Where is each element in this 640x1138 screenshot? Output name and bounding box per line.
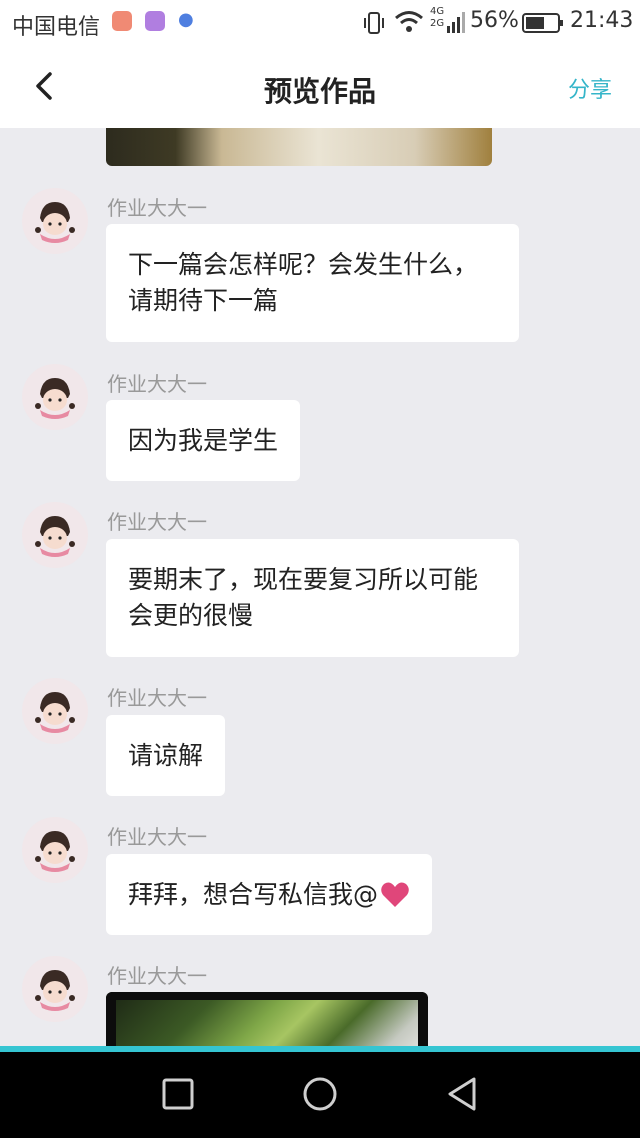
avatar[interactable] bbox=[22, 956, 88, 1022]
girl-avatar-icon bbox=[35, 831, 75, 872]
clock: 21:43 bbox=[570, 8, 634, 33]
author-name: 作业大大一 bbox=[107, 964, 207, 988]
girl-avatar-icon bbox=[35, 516, 75, 557]
author-name: 作业大大一 bbox=[107, 686, 207, 710]
vibrate-icon bbox=[364, 12, 384, 34]
share-button[interactable]: 分享 bbox=[568, 72, 612, 104]
author-name: 作业大大一 bbox=[107, 372, 207, 396]
author-name: 作业大大一 bbox=[107, 196, 207, 220]
avatar[interactable] bbox=[22, 817, 88, 883]
back-triangle-icon[interactable] bbox=[442, 1074, 482, 1114]
author-name: 作业大大一 bbox=[107, 510, 207, 534]
heart-icon bbox=[381, 882, 409, 907]
message-bubble[interactable]: 请谅解 bbox=[106, 715, 226, 796]
message-bubble[interactable]: 因为我是学生 bbox=[106, 400, 301, 481]
nav-bar: 预览作品 分享 bbox=[0, 46, 640, 128]
message-bubble[interactable]: 下一篇会怎样呢？会发生什么，请期待下一篇 bbox=[106, 224, 519, 342]
author-name: 作业大大一 bbox=[107, 825, 207, 849]
status-bar: 中国电信 ● 4G 2G 56% 21:43 bbox=[0, 0, 640, 46]
battery-percent: 56% bbox=[470, 8, 519, 33]
message-text: 拜拜，想合写私信我@ bbox=[128, 879, 379, 909]
chat-list[interactable]: 作业大大一 下一篇会怎样呢？会发生什么，请期待下一篇 作业大大一 因为我是学生 … bbox=[0, 128, 640, 1046]
battery-icon bbox=[522, 13, 563, 33]
carrier-label: 中国电信 bbox=[12, 15, 101, 40]
image-frame bbox=[106, 992, 428, 1046]
girl-avatar-icon bbox=[35, 970, 75, 1011]
system-nav-bar bbox=[0, 1052, 640, 1138]
image-message[interactable] bbox=[106, 992, 428, 1046]
avatar[interactable] bbox=[22, 502, 88, 568]
message-bubble[interactable]: 要期末了，现在要复习所以可能会更的很慢 bbox=[106, 539, 519, 657]
message-bubble[interactable]: 拜拜，想合写私信我@ bbox=[106, 854, 433, 935]
page-title: 预览作品 bbox=[263, 75, 376, 108]
signal-icon bbox=[447, 12, 465, 33]
gallery-app-icon bbox=[145, 11, 165, 31]
mail-app-icon bbox=[112, 11, 132, 31]
home-circle-icon[interactable] bbox=[300, 1074, 340, 1114]
avatar[interactable] bbox=[22, 364, 88, 430]
image-message[interactable] bbox=[106, 128, 492, 166]
recent-apps-square-icon[interactable] bbox=[158, 1074, 198, 1114]
paw-app-icon: ● bbox=[178, 9, 194, 30]
network-type: 4G 2G bbox=[430, 6, 445, 29]
avatar[interactable] bbox=[22, 678, 88, 744]
wifi-icon bbox=[395, 11, 423, 32]
avatar[interactable] bbox=[22, 188, 88, 254]
girl-avatar-icon bbox=[35, 202, 75, 243]
girl-avatar-icon bbox=[35, 692, 75, 733]
girl-avatar-icon bbox=[35, 378, 75, 419]
